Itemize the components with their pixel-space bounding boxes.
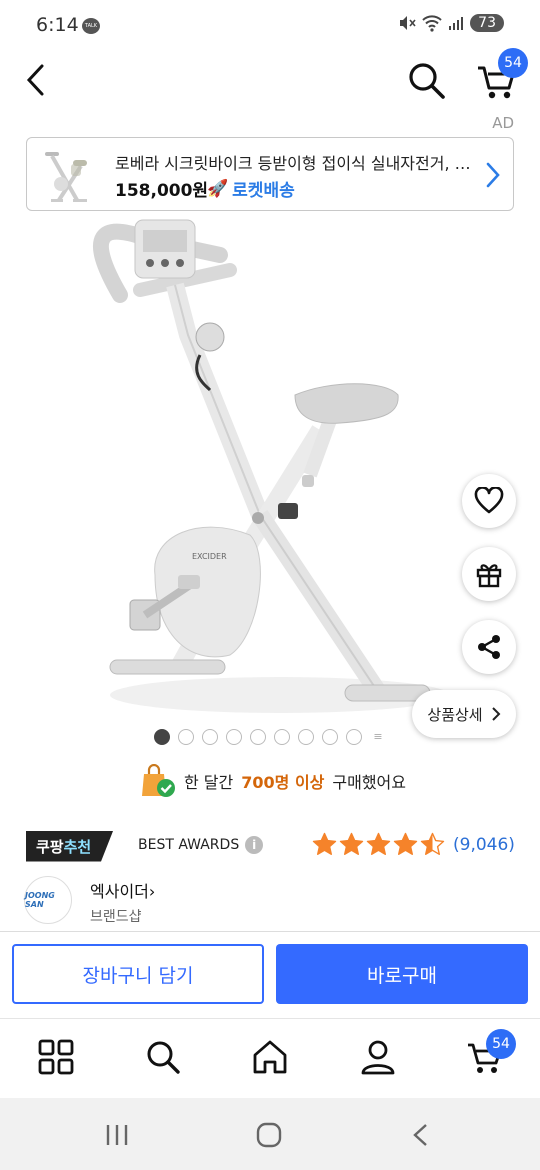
star-icon [393,832,418,855]
pager-more-icon[interactable]: ≡ [370,729,386,745]
rating-stars[interactable]: (9,046) [312,832,515,857]
status-bar: 6:14 TALK 73 [0,0,540,52]
buy-now-button[interactable]: 바로구매 [276,944,528,1004]
brand-shop-label: 브랜드샵 [90,909,142,925]
status-time: 6:14 [36,14,79,36]
heart-icon [474,487,504,514]
coupang-recommend-badge: 쿠팡추천 [26,830,114,862]
purchase-notice: 한 달간 700명 이상 구매했어요 [140,764,406,798]
search-icon[interactable] [143,1037,183,1077]
chevron-right-icon [491,707,501,721]
ad-label: AD [492,114,514,132]
share-button[interactable] [462,620,516,674]
cart-count-badge: 54 [498,48,528,78]
star-icon [339,832,364,855]
pager-dot[interactable] [346,729,362,745]
home-button-icon[interactable] [256,1122,282,1148]
pager-dot[interactable] [274,729,290,745]
ad-price: 158,000원 [115,181,209,201]
brand-name-link[interactable]: 엑사이더› [90,878,155,902]
home-icon[interactable] [250,1037,290,1077]
ad-product-thumbnail [45,152,87,202]
purchase-count: 700명 이상 [241,773,325,792]
search-icon[interactable] [406,60,446,100]
status-icons: 73 [398,14,504,32]
best-awards[interactable]: BEST AWARDS i [138,836,264,854]
pager-dot[interactable] [202,729,218,745]
purchase-action-bar: 장바구니 담기 바로구매 [0,931,540,1017]
best-awards-label: BEST AWARDS [138,837,240,853]
product-detail-label: 상품상세 [427,705,483,724]
purchase-notice-prefix: 한 달간 [184,773,234,792]
pager-dot[interactable] [154,729,170,745]
my-account-icon[interactable] [358,1037,398,1077]
ad-banner[interactable]: 로베라 시크릿바이크 등받이형 접이식 실내자전거, 화이트 158,000원 … [26,137,514,211]
info-icon[interactable]: i [245,836,264,854]
gift-button[interactable] [462,547,516,601]
image-pager[interactable]: ≡ [154,729,386,745]
pager-dot[interactable] [178,729,194,745]
add-to-cart-button[interactable]: 장바구니 담기 [12,944,264,1004]
wifi-icon [422,15,442,32]
kakaotalk-icon: TALK [82,18,100,34]
star-icon [312,832,337,855]
rocket-icon: 🚀 [207,178,229,199]
svg-text:EXCIDER: EXCIDER [192,552,227,561]
rocket-delivery-label: 로켓배송 [232,181,295,201]
brand-logo[interactable]: JOONG SAN [24,876,72,924]
gift-icon [476,564,502,588]
back-arrow-icon[interactable] [22,62,52,98]
review-count[interactable]: (9,046) [453,835,515,855]
cart-button[interactable]: 54 [476,48,528,102]
product-image[interactable]: EXCIDER [80,215,450,735]
battery-indicator: 73 [470,14,504,32]
cart-count-badge: 54 [486,1029,516,1059]
mute-icon [400,16,416,30]
pager-dot[interactable] [226,729,242,745]
purchase-notice-suffix: 구매했어요 [332,773,406,792]
star-icon [420,832,445,855]
chevron-right-icon: › [148,882,156,901]
system-navigation-bar [0,1098,540,1170]
product-detail-button[interactable]: 상품상세 [412,690,516,738]
recommend-badge-part1: 쿠팡 [36,837,64,856]
star-icon [366,832,391,855]
shopping-bag-check-icon [142,764,175,797]
rocket-delivery: 🚀 로켓배송 [207,176,295,202]
wishlist-button[interactable] [462,474,516,528]
recent-apps-icon[interactable] [104,1122,130,1148]
pager-dot[interactable] [298,729,314,745]
pager-dot[interactable] [250,729,266,745]
nav-cart-button[interactable]: 54 [466,1029,516,1077]
signal-icon [449,17,464,30]
brand-name: 엑사이더 [90,882,149,901]
back-button-icon[interactable] [408,1122,434,1148]
share-icon [478,635,500,659]
recommend-badge-part2: 추천 [63,837,92,856]
chevron-right-icon [486,162,500,188]
ad-title: 로베라 시크릿바이크 등받이형 접이식 실내자전거, 화이트 [115,154,475,173]
bottom-navigation: 54 [0,1018,540,1098]
category-grid-icon[interactable] [36,1037,76,1077]
pager-dot[interactable] [322,729,338,745]
